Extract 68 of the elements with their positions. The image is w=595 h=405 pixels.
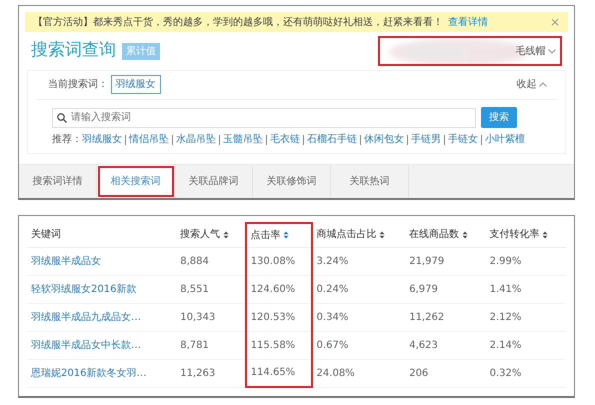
- sort-icon[interactable]: [222, 230, 229, 239]
- recommend-link[interactable]: 羽绒服女: [82, 134, 125, 144]
- table-cell: 11,262: [409, 312, 444, 322]
- column-header: 关键词: [27, 223, 176, 247]
- recommend-link[interactable]: 情侣吊坠: [125, 134, 172, 144]
- current-search-label: 当前搜索词：: [48, 78, 108, 92]
- table-cell: 130.08%: [250, 256, 296, 266]
- table-cell: 0.67%: [316, 340, 348, 350]
- table-cell: 21,979: [409, 256, 444, 266]
- search-icon: [57, 112, 67, 122]
- sort-icon[interactable]: [462, 230, 468, 239]
- close-button[interactable]: ×: [550, 13, 560, 31]
- table-cell: 8,781: [180, 340, 209, 350]
- table-cell: 2.12%: [490, 312, 522, 322]
- recommend-link[interactable]: 休闲包女: [360, 134, 407, 144]
- keyword-link[interactable]: 羽绒服半成品九成品女…: [31, 312, 141, 322]
- notice-text: 【官方活动】都来秀点干货，秀的越多，学到的越多哦，还有萌萌哒好礼相送，赶紧来看看！: [33, 16, 443, 30]
- sort-icon[interactable]: [283, 231, 290, 240]
- table-cell: 0.34%: [316, 312, 348, 322]
- page-title: 搜索词查询: [31, 39, 116, 62]
- column-header[interactable]: 搜索人气: [176, 223, 246, 247]
- collapse-toggle[interactable]: 收起: [516, 77, 547, 92]
- keyword-link[interactable]: 轻软羽绒服女2016新款: [31, 284, 136, 294]
- table-cell: 24.08%: [316, 368, 355, 378]
- table-cell: 3.24%: [316, 256, 348, 266]
- table-cell: 10,343: [180, 312, 216, 322]
- column-header[interactable]: 商城点击占比: [312, 223, 406, 247]
- search-button[interactable]: 搜索: [481, 107, 517, 128]
- table-cell: 8,884: [180, 256, 209, 266]
- keyword-link[interactable]: 羽绒服半成品女: [31, 256, 101, 266]
- table-cell: 115.58%: [250, 340, 296, 350]
- table-cell: 124.60%: [250, 284, 296, 294]
- keyword-link[interactable]: 羽绒服半成品女中长款…: [31, 340, 141, 350]
- column-header[interactable]: 点击率: [246, 223, 312, 247]
- search-input[interactable]: 请输入搜索词: [69, 109, 475, 126]
- table-cell: 114.65%: [250, 367, 296, 378]
- column-header[interactable]: 在线商品数: [405, 223, 486, 247]
- table-cell: 206: [409, 368, 428, 378]
- table-cell: 0.32%: [490, 368, 522, 378]
- search-field[interactable]: 请输入搜索词: [52, 108, 476, 128]
- recommend-link[interactable]: 小叶紫檀: [481, 134, 528, 144]
- sort-icon[interactable]: [542, 230, 548, 239]
- table-cell: 2.14%: [490, 340, 522, 350]
- recommend-link[interactable]: 玉髓吊坠: [219, 134, 266, 144]
- search-term-tag[interactable]: 羽绒服女: [110, 75, 160, 94]
- value-badge: 累计值: [122, 42, 160, 60]
- sort-icon[interactable]: [379, 230, 386, 239]
- table-cell: 0.24%: [316, 284, 348, 294]
- recommend-link[interactable]: 水晶吊坠: [172, 134, 219, 144]
- column-header[interactable]: 支付转化率: [486, 223, 566, 247]
- table-cell: 11,263: [180, 368, 216, 378]
- recommend-link[interactable]: 毛衣链: [266, 134, 303, 144]
- details-link[interactable]: 查看详情: [448, 14, 488, 30]
- keyword-link[interactable]: 恩瑞妮2016新款冬女羽…: [31, 368, 146, 378]
- table-cell: 1.41%: [490, 284, 522, 294]
- table-cell: 6,979: [409, 284, 438, 294]
- table-cell: 2.99%: [490, 256, 522, 266]
- table-cell: 120.53%: [250, 312, 296, 322]
- account-name[interactable]: 毛线帽: [516, 44, 546, 58]
- chevron-up-icon: [539, 82, 547, 87]
- recommend-label: 推荐：: [52, 132, 82, 147]
- recommend-link[interactable]: 石榴石手链: [303, 134, 360, 144]
- recommend-link[interactable]: 手链女: [444, 134, 481, 144]
- chevron-down-icon: [548, 48, 556, 54]
- recommend-link[interactable]: 手链男: [407, 134, 444, 144]
- table-cell: 8,551: [180, 284, 209, 294]
- table-cell: 4,623: [409, 340, 438, 350]
- tab[interactable]: 相关搜索词: [97, 165, 175, 198]
